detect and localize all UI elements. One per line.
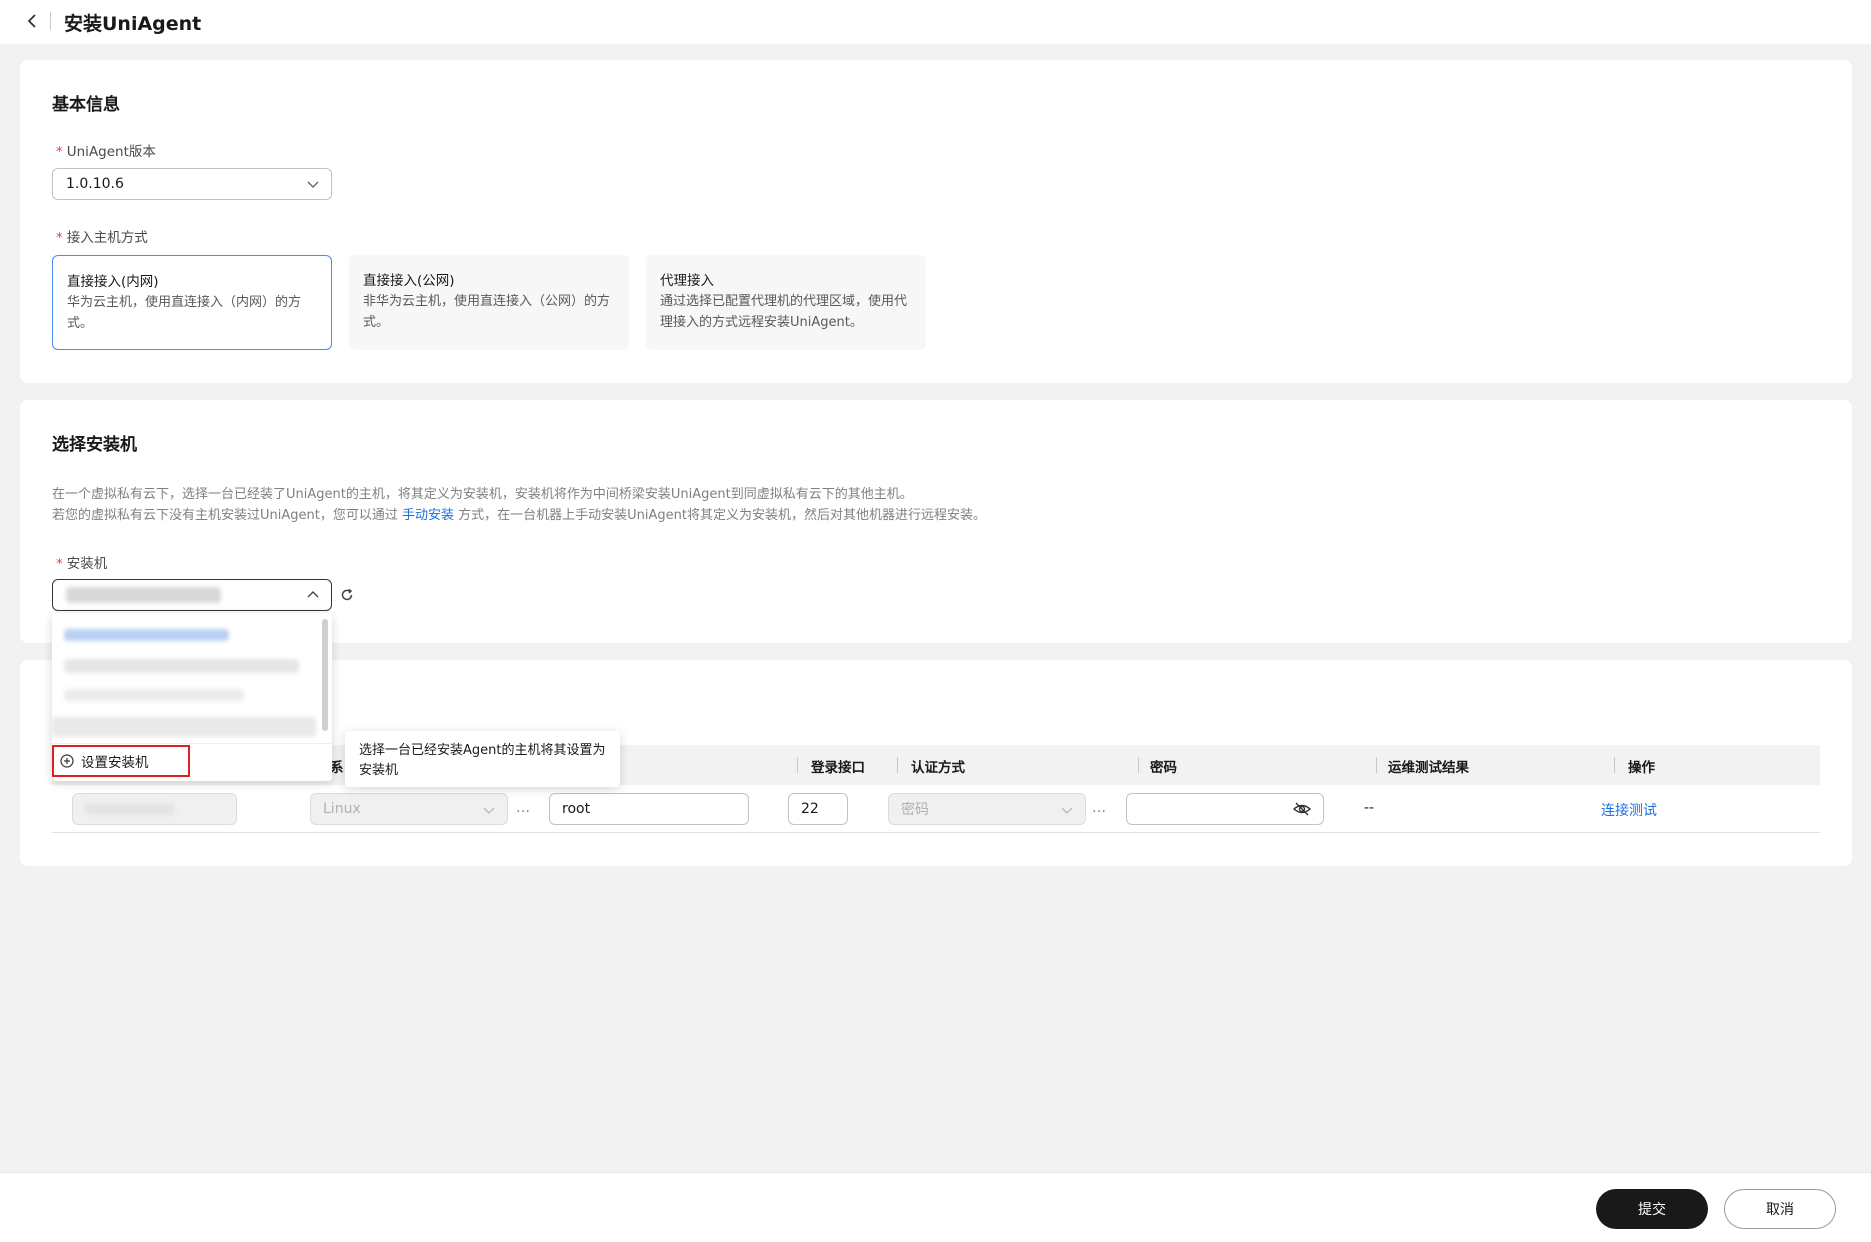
chevron-down-icon: [307, 181, 319, 188]
port-value: 22: [801, 801, 819, 817]
mode-card-intranet[interactable]: 直接接入(内网) 华为云主机，使用直连接入（内网）的方式。: [52, 255, 332, 350]
column-header-auth: 认证方式: [911, 760, 965, 776]
installer-card: 选择安装机 在一个虚拟私有云下，选择一台已经装了UniAgent的主机，将其定义…: [20, 400, 1852, 643]
dropdown-scrollbar[interactable]: [322, 619, 328, 731]
auth-value: 密码: [901, 802, 929, 818]
ellipsis-icon: …: [516, 800, 530, 816]
auth-select: 密码: [888, 793, 1086, 825]
dropdown-option[interactable]: [64, 689, 244, 701]
installer-value-redacted: [66, 587, 221, 603]
refresh-icon[interactable]: [339, 587, 355, 603]
eye-off-icon[interactable]: [1293, 802, 1311, 816]
username-value: root: [562, 801, 591, 817]
page-title: 安装UniAgent: [64, 13, 202, 35]
column-divider: [1138, 757, 1139, 773]
set-installer-button[interactable]: 设置安装机: [52, 745, 190, 777]
mode-card-public[interactable]: 直接接入(公网) 非华为云主机，使用直连接入（公网）的方式。: [349, 255, 629, 350]
version-select[interactable]: 1.0.10.6: [52, 168, 332, 200]
chevron-left-icon[interactable]: [24, 10, 42, 32]
mode-title: 代理接入: [660, 273, 714, 289]
basic-info-card: 基本信息 * UniAgent版本 1.0.10.6 * 接入主机方式 直接接入(内…: [20, 60, 1852, 383]
dropdown-option-hovered[interactable]: [52, 717, 316, 737]
installer-description: 在一个虚拟私有云下，选择一台已经装了UniAgent的主机，将其定义为安装机，安…: [52, 487, 986, 523]
test-result-value: --: [1364, 800, 1375, 816]
host-ip-redacted: [85, 803, 175, 815]
divider: [50, 12, 51, 30]
port-input[interactable]: 22: [788, 793, 848, 825]
mode-title: 直接接入(内网): [67, 274, 159, 290]
access-mode-label: * 接入主机方式: [56, 230, 148, 246]
installer-select[interactable]: [52, 579, 332, 611]
column-divider: [1376, 757, 1377, 773]
os-select: Linux: [310, 793, 508, 825]
mode-card-proxy[interactable]: 代理接入 通过选择已配置代理机的代理区域，使用代理接入的方式远程安装UniAge…: [646, 255, 926, 350]
os-value: Linux: [323, 801, 361, 817]
password-input[interactable]: [1126, 793, 1324, 825]
section-title-installer: 选择安装机: [52, 435, 137, 455]
footer-bar: 提交 取消: [0, 1172, 1871, 1242]
chevron-down-icon: [483, 807, 495, 814]
mode-title: 直接接入(公网): [363, 273, 455, 289]
mode-desc: 华为云主机，使用直连接入（内网）的方式。: [67, 295, 302, 331]
column-header-port: 登录接口: [811, 760, 865, 776]
submit-button[interactable]: 提交: [1596, 1189, 1708, 1229]
top-bar: 安装UniAgent: [0, 0, 1871, 44]
plus-circle-icon: [60, 754, 74, 768]
ellipsis-icon: …: [1092, 800, 1106, 816]
column-header-actions: 操作: [1628, 760, 1655, 776]
version-value: 1.0.10.6: [66, 176, 124, 192]
column-header-test-result: 运维测试结果: [1388, 760, 1469, 776]
manual-install-link[interactable]: 手动安装: [402, 508, 454, 523]
column-divider: [1614, 757, 1615, 773]
connection-test-link[interactable]: 连接测试: [1601, 800, 1657, 820]
dropdown-option[interactable]: [64, 659, 299, 673]
mode-desc: 非华为云主机，使用直连接入（公网）的方式。: [363, 294, 611, 330]
column-header-os: 系: [330, 760, 344, 776]
username-input[interactable]: root: [549, 793, 749, 825]
section-title-basic-info: 基本信息: [52, 95, 120, 115]
column-divider: [797, 757, 798, 773]
dropdown-option[interactable]: [64, 629, 229, 641]
chevron-up-icon: [307, 591, 319, 598]
table-row: Linux … root 22 密码 … -- 连接测试: [52, 785, 1820, 833]
column-header-password: 密码: [1150, 760, 1177, 776]
chevron-down-icon: [1061, 807, 1073, 814]
version-label: * UniAgent版本: [56, 144, 156, 160]
installer-label: * 安装机: [56, 556, 108, 572]
set-installer-label: 设置安装机: [81, 755, 149, 771]
cancel-button[interactable]: 取消: [1724, 1189, 1836, 1229]
set-installer-tooltip: 选择一台已经安装Agent的主机将其设置为安装机: [345, 731, 620, 787]
mode-desc: 通过选择已配置代理机的代理区域，使用代理接入的方式远程安装UniAgent。: [660, 294, 908, 330]
host-ip-field: [72, 793, 237, 825]
column-divider: [897, 757, 898, 773]
